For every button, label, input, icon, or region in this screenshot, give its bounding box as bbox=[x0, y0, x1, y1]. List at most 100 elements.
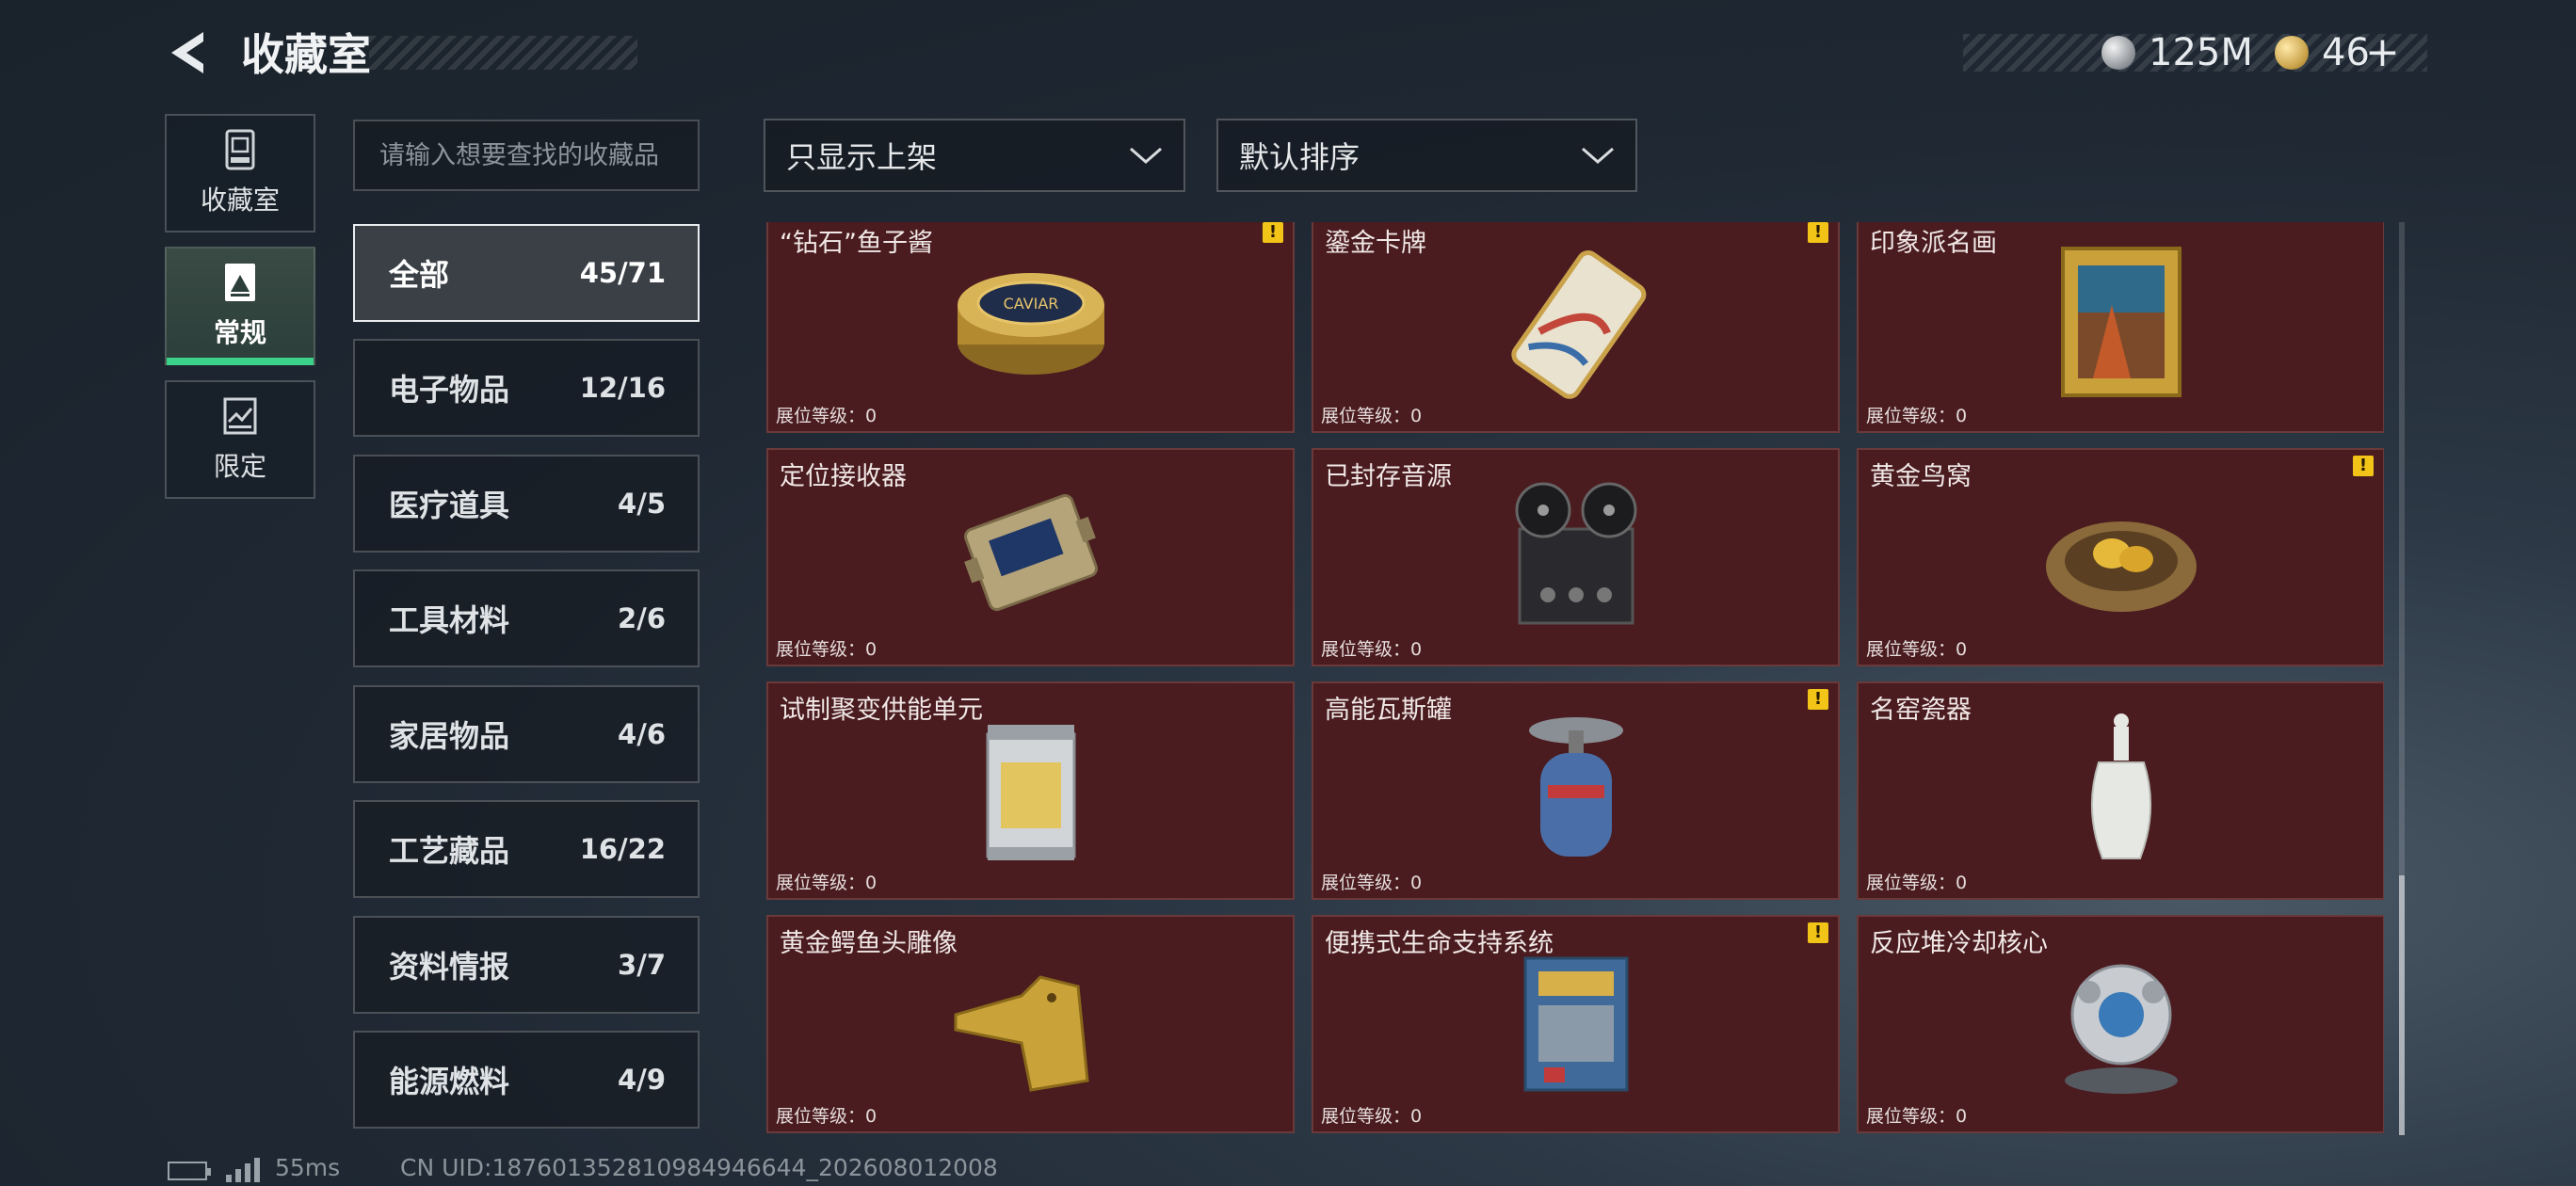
booth-level: 展位等级：0 bbox=[776, 873, 877, 893]
booth-level: 展位等级：0 bbox=[776, 1106, 877, 1127]
item-name: 印象派名画 bbox=[1870, 229, 1997, 258]
category-name: 工具材料 bbox=[389, 602, 510, 638]
category-name: 能源燃料 bbox=[389, 1064, 510, 1099]
alert-icon: ! bbox=[1808, 689, 1828, 710]
gilded-card-icon bbox=[1510, 250, 1646, 399]
rail-tab-regular[interactable]: 常规 bbox=[165, 247, 315, 365]
item-name: 黄金鳄鱼头雕像 bbox=[780, 929, 958, 958]
add-currency-button[interactable]: + bbox=[2365, 26, 2400, 79]
item-card[interactable]: 已封存音源 展位等级：0 bbox=[1312, 448, 1840, 666]
item-card[interactable]: 鎏金卡牌 ! 展位等级：0 bbox=[1312, 222, 1840, 433]
category-count: 16/22 bbox=[579, 833, 666, 865]
category-name: 家居物品 bbox=[389, 718, 510, 754]
item-card[interactable]: “钻石”鱼子酱 ! CAVIAR 展位等级：0 bbox=[766, 222, 1295, 433]
silver-currency-amount: 125M bbox=[2149, 31, 2253, 74]
search-input[interactable] bbox=[353, 120, 700, 191]
category-electronics[interactable]: 电子物品 12/16 bbox=[353, 339, 700, 437]
category-name: 医疗道具 bbox=[389, 488, 510, 523]
item-card[interactable]: 试制聚变供能单元 展位等级：0 bbox=[766, 681, 1295, 900]
item-card[interactable]: 便携式生命支持系统 ! 展位等级：0 bbox=[1312, 915, 1840, 1133]
back-arrow-icon[interactable] bbox=[162, 26, 215, 79]
category-count: 4/6 bbox=[618, 718, 666, 750]
category-all[interactable]: 全部 45/71 bbox=[353, 224, 700, 322]
alert-icon: ! bbox=[1263, 222, 1283, 243]
item-name: 反应堆冷却核心 bbox=[1870, 929, 2048, 958]
item-name: 名窑瓷器 bbox=[1870, 696, 1972, 725]
life-support-system-icon bbox=[1523, 956, 1628, 1092]
booth-level: 展位等级：0 bbox=[1866, 639, 1968, 660]
reel-recorder-icon bbox=[1515, 482, 1636, 625]
display-filter-dropdown[interactable]: 只显示上架 bbox=[764, 119, 1185, 192]
alert-icon: ! bbox=[1808, 922, 1828, 943]
sort-value: 默认排序 bbox=[1239, 139, 1360, 175]
grid-scrollbar-thumb[interactable] bbox=[2399, 875, 2405, 1135]
gas-canister-icon bbox=[1528, 717, 1623, 857]
limited-icon bbox=[223, 397, 257, 435]
category-name: 电子物品 bbox=[389, 372, 510, 408]
booth-level: 展位等级：0 bbox=[776, 406, 877, 426]
ping-readout: 55ms bbox=[275, 1154, 341, 1181]
sort-dropdown[interactable]: 默认排序 bbox=[1216, 119, 1637, 192]
booth-level: 展位等级：0 bbox=[1866, 1106, 1968, 1127]
caviar-tin-icon: CAVIAR bbox=[957, 273, 1104, 375]
rail-tab-limited[interactable]: 限定 bbox=[165, 380, 315, 499]
category-count: 2/6 bbox=[618, 602, 666, 634]
golden-crocodile-statue-icon bbox=[954, 975, 1089, 1092]
booth-level: 展位等级：0 bbox=[1866, 406, 1968, 426]
item-card[interactable]: 高能瓦斯罐 ! 展位等级：0 bbox=[1312, 681, 1840, 900]
item-name: “钻石”鱼子酱 bbox=[780, 229, 933, 258]
booth-level: 展位等级：0 bbox=[1866, 873, 1968, 893]
user-uid: CN UID:187601352810984946644_20260801200… bbox=[400, 1154, 998, 1181]
chevron-down-icon bbox=[1130, 147, 1162, 164]
category-household[interactable]: 家居物品 4/6 bbox=[353, 685, 700, 783]
signal-icon bbox=[226, 1158, 260, 1182]
category-fuel[interactable]: 能源燃料 4/9 bbox=[353, 1031, 700, 1129]
category-tools[interactable]: 工具材料 2/6 bbox=[353, 569, 700, 667]
display-filter-value: 只显示上架 bbox=[786, 139, 938, 175]
alert-icon: ! bbox=[1808, 222, 1828, 243]
item-name: 定位接收器 bbox=[780, 462, 907, 491]
rail-label: 收藏室 bbox=[200, 184, 280, 216]
rail-label: 常规 bbox=[213, 317, 266, 348]
category-count: 45/71 bbox=[579, 257, 666, 289]
category-count: 3/7 bbox=[618, 949, 666, 981]
gold-coin-icon bbox=[2275, 36, 2309, 70]
item-card[interactable]: 定位接收器 展位等级：0 bbox=[766, 448, 1295, 666]
item-name: 鎏金卡牌 bbox=[1325, 229, 1426, 258]
item-card[interactable]: 黄金鸟窝 ! 展位等级：0 bbox=[1857, 448, 2384, 666]
porcelain-vase-icon bbox=[2090, 713, 2151, 859]
alert-icon: ! bbox=[2353, 456, 2374, 476]
item-card[interactable]: 反应堆冷却核心 展位等级：0 bbox=[1857, 915, 2384, 1133]
golden-nest-icon bbox=[2045, 521, 2197, 612]
caviar-label: CAVIAR bbox=[1003, 295, 1058, 313]
booth-level: 展位等级：0 bbox=[776, 639, 877, 660]
rail-tab-collection[interactable]: 收藏室 bbox=[165, 114, 315, 232]
item-card[interactable]: 印象派名画 展位等级：0 bbox=[1857, 222, 2384, 433]
category-crafts[interactable]: 工艺藏品 16/22 bbox=[353, 800, 700, 898]
item-card[interactable]: 黄金鳄鱼头雕像 展位等级：0 bbox=[766, 915, 1295, 1133]
framed-painting-icon bbox=[2060, 247, 2182, 397]
booth-level: 展位等级：0 bbox=[1321, 873, 1423, 893]
item-card[interactable]: 名窑瓷器 展位等级：0 bbox=[1857, 681, 2384, 900]
category-medical[interactable]: 医疗道具 4/5 bbox=[353, 455, 700, 553]
item-name: 高能瓦斯罐 bbox=[1325, 696, 1452, 725]
booth-level: 展位等级：0 bbox=[1321, 1106, 1423, 1127]
chevron-down-icon bbox=[1582, 147, 1614, 164]
locator-receiver-icon bbox=[963, 493, 1098, 612]
category-name: 资料情报 bbox=[389, 949, 510, 985]
collectible-grid: “钻石”鱼子酱 ! CAVIAR 展位等级：0 鎏金卡牌 ! 展位等级：0 印象… bbox=[765, 222, 2384, 1135]
category-name: 工艺藏品 bbox=[389, 833, 510, 869]
category-count: 12/16 bbox=[579, 372, 666, 404]
item-name: 已封存音源 bbox=[1325, 462, 1452, 491]
rail-label: 限定 bbox=[213, 451, 266, 482]
category-count: 4/5 bbox=[618, 488, 666, 520]
reactor-cooling-core-icon bbox=[2064, 964, 2178, 1094]
item-name: 黄金鸟窝 bbox=[1870, 462, 1972, 491]
category-intel[interactable]: 资料情报 3/7 bbox=[353, 916, 700, 1014]
gold-currency-amount: 46 bbox=[2322, 31, 2370, 74]
booth-level: 展位等级：0 bbox=[1321, 406, 1423, 426]
silver-coin-icon bbox=[2101, 36, 2135, 70]
booth-level: 展位等级：0 bbox=[1321, 639, 1423, 660]
battery-icon bbox=[168, 1162, 211, 1180]
page-title: 收藏室 bbox=[241, 29, 371, 80]
